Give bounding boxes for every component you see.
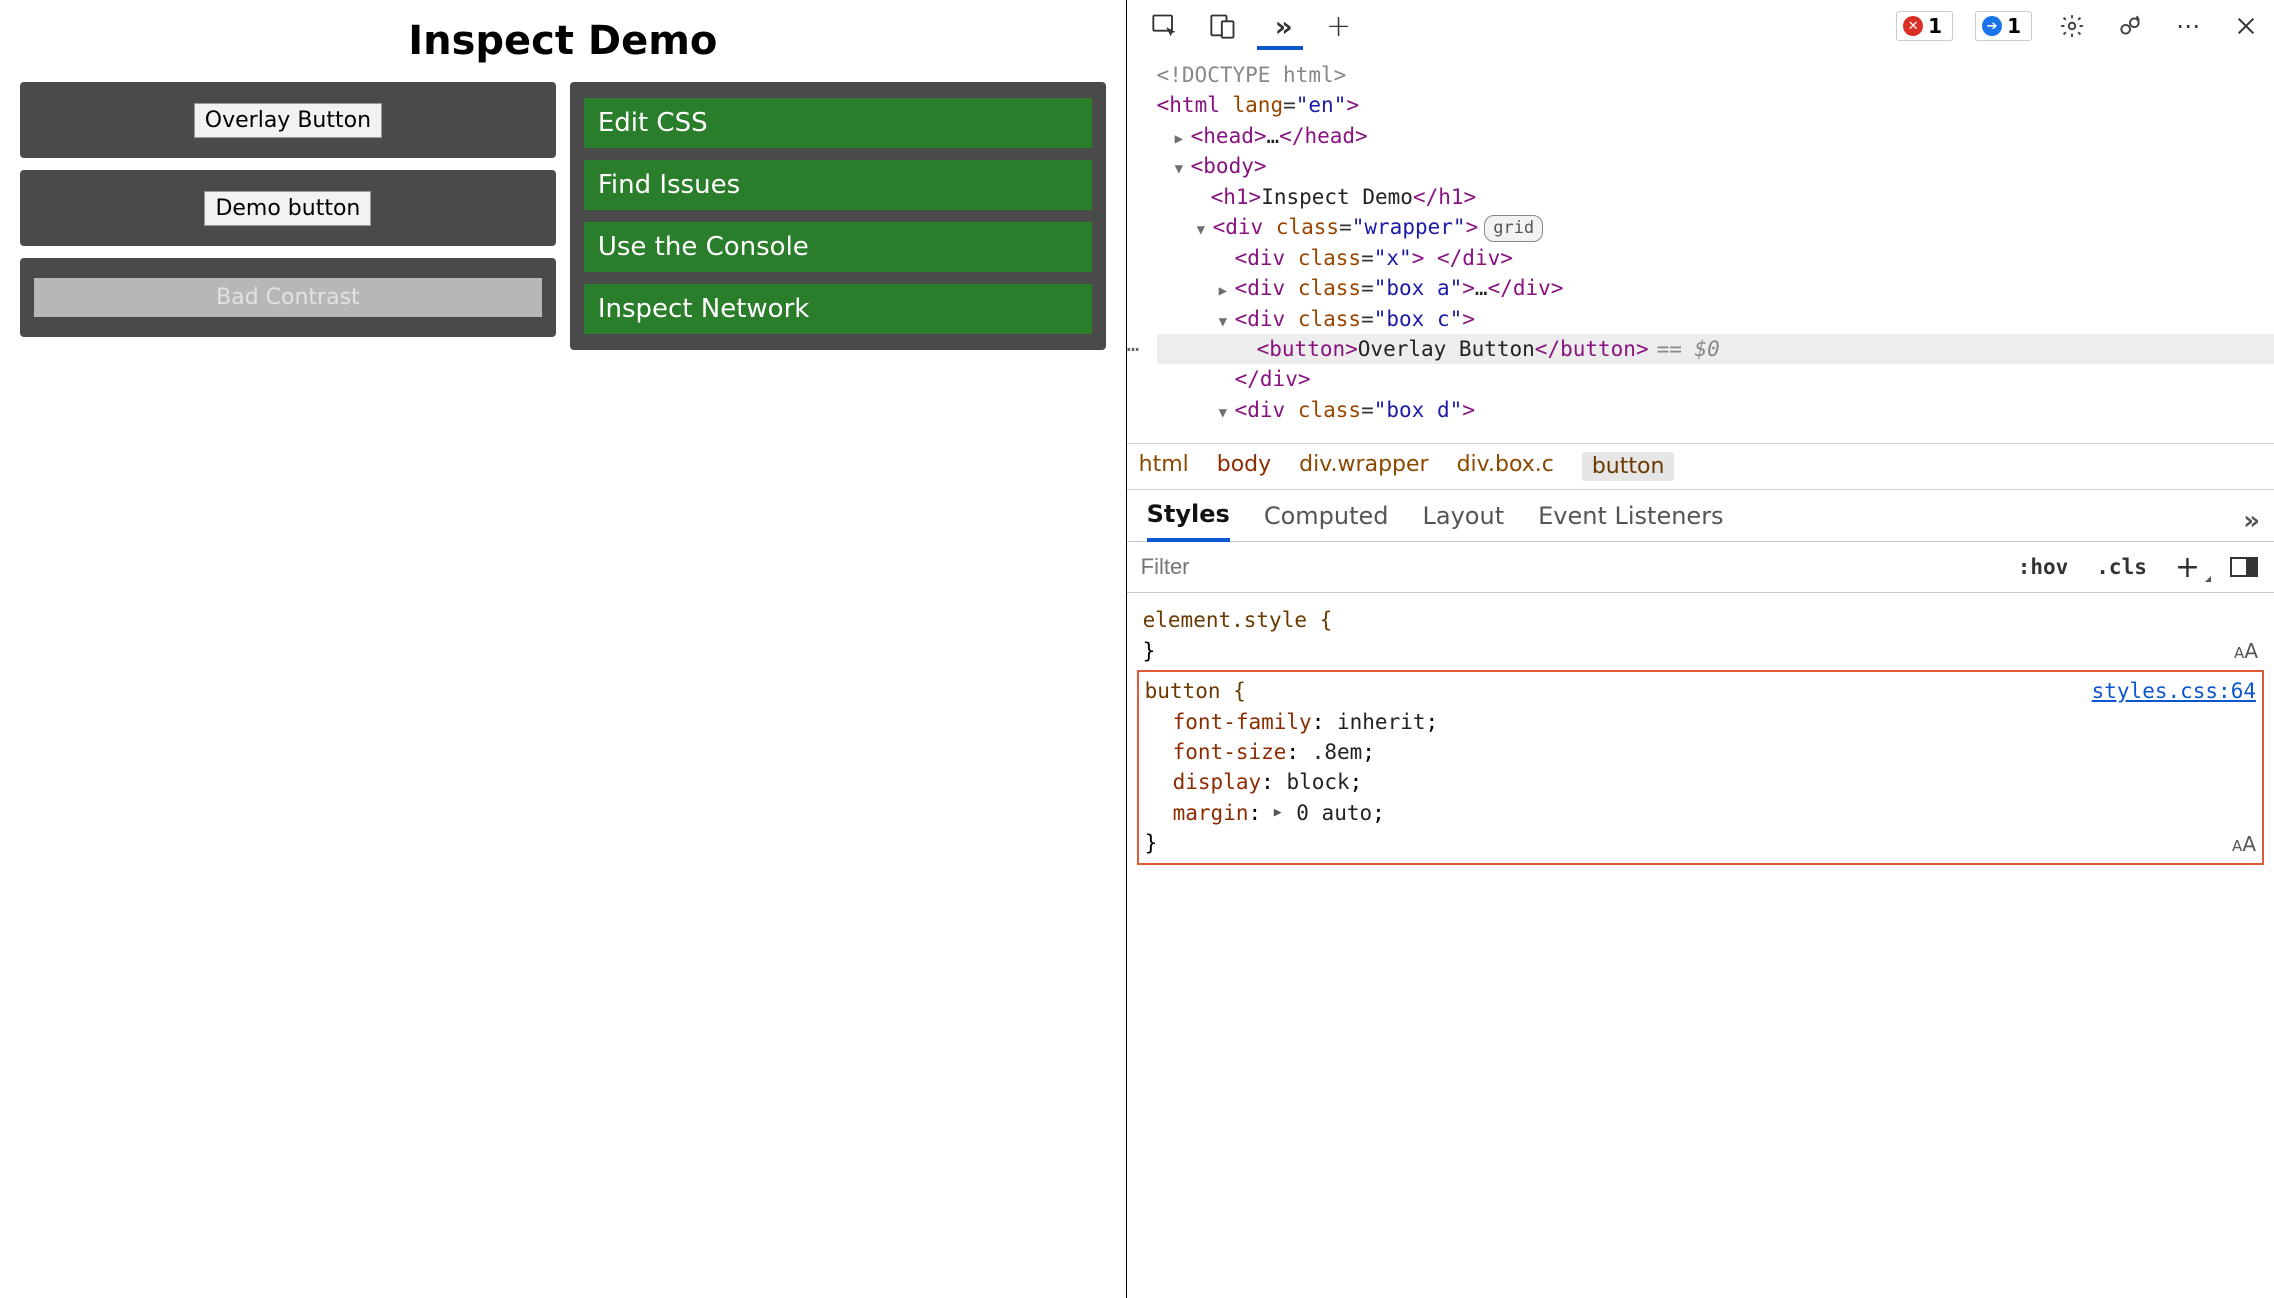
toggle-sidebar-icon[interactable] bbox=[2230, 557, 2258, 577]
grid-badge[interactable]: grid bbox=[1484, 215, 1543, 242]
element-style-rule[interactable]: element.style { } AA bbox=[1137, 601, 2264, 670]
new-style-rule-icon[interactable]: + bbox=[2161, 550, 2214, 585]
demo-page: Inspect Demo Overlay Button Demo button … bbox=[0, 0, 1126, 1298]
devtools-toolbar: » + ✕ 1 ➔ 1 ⋯ bbox=[1127, 0, 2274, 48]
tab-styles[interactable]: Styles bbox=[1147, 500, 1230, 542]
button-css-rule[interactable]: styles.css:64 button { font-family: inhe… bbox=[1137, 670, 2264, 865]
selected-dom-node[interactable]: ⋯ <button>Overlay Button</button>== $0 bbox=[1157, 334, 2274, 364]
more-menu-icon[interactable]: ⋯ bbox=[2170, 8, 2206, 44]
crumb-html[interactable]: html bbox=[1139, 452, 1189, 481]
expand-caret-icon[interactable] bbox=[1175, 129, 1189, 149]
crumb-body[interactable]: body bbox=[1217, 452, 1271, 481]
device-toggle-icon[interactable] bbox=[1205, 8, 1241, 44]
elements-tree[interactable]: <!DOCTYPE html> <html lang="en"> <head>…… bbox=[1127, 48, 2274, 443]
close-devtools-icon[interactable] bbox=[2228, 8, 2264, 44]
collapse-caret-icon[interactable] bbox=[1219, 312, 1233, 332]
font-size-icon[interactable]: AA bbox=[2234, 637, 2258, 666]
crumb-wrapper[interactable]: div.wrapper bbox=[1299, 452, 1428, 481]
bad-contrast-button[interactable]: Bad Contrast bbox=[34, 278, 542, 317]
breadcrumb: html body div.wrapper div.box.c button bbox=[1127, 443, 2274, 490]
source-link[interactable]: styles.css:64 bbox=[2092, 676, 2256, 706]
link-use-console[interactable]: Use the Console bbox=[584, 222, 1092, 272]
expand-caret-icon[interactable] bbox=[1219, 281, 1233, 301]
crumb-button[interactable]: button bbox=[1582, 452, 1675, 481]
activity-icon[interactable] bbox=[2112, 8, 2148, 44]
more-tabs-icon[interactable]: » bbox=[1263, 8, 1299, 44]
settings-icon[interactable] bbox=[2054, 8, 2090, 44]
tab-computed[interactable]: Computed bbox=[1264, 502, 1389, 540]
new-tab-icon[interactable]: + bbox=[1321, 8, 1357, 44]
collapse-caret-icon[interactable] bbox=[1175, 159, 1189, 179]
overlay-button[interactable]: Overlay Button bbox=[194, 103, 382, 138]
collapse-caret-icon[interactable] bbox=[1219, 403, 1233, 423]
box-overlay: Overlay Button bbox=[20, 82, 556, 158]
box-demo: Demo button bbox=[20, 170, 556, 246]
gutter-ellipsis-icon[interactable]: ⋯ bbox=[1127, 334, 1155, 364]
errors-badge[interactable]: ✕ 1 bbox=[1896, 11, 1953, 41]
right-column: Edit CSS Find Issues Use the Console Ins… bbox=[570, 82, 1106, 350]
info-count: 1 bbox=[2007, 14, 2021, 38]
demo-button[interactable]: Demo button bbox=[204, 191, 371, 226]
error-dot-icon: ✕ bbox=[1903, 16, 1923, 36]
styles-rules: element.style { } AA styles.css:64 butto… bbox=[1127, 593, 2274, 1298]
devtools-panel: » + ✕ 1 ➔ 1 ⋯ <!DOCTYPE html> <html lang… bbox=[1126, 0, 2274, 1298]
styles-filter-input[interactable] bbox=[1127, 542, 2004, 592]
crumb-box-c[interactable]: div.box.c bbox=[1457, 452, 1554, 481]
info-dot-icon: ➔ bbox=[1982, 16, 2002, 36]
link-find-issues[interactable]: Find Issues bbox=[584, 160, 1092, 210]
info-badge[interactable]: ➔ 1 bbox=[1975, 11, 2032, 41]
doctype-line: <!DOCTYPE html> bbox=[1157, 63, 1347, 87]
styles-filter-row: :hov .cls + bbox=[1127, 542, 2274, 593]
tab-event-listeners[interactable]: Event Listeners bbox=[1538, 502, 1723, 540]
collapse-caret-icon[interactable] bbox=[1197, 220, 1211, 240]
box-bad-contrast: Bad Contrast bbox=[20, 258, 556, 337]
page-title: Inspect Demo bbox=[20, 18, 1106, 64]
hover-toggle[interactable]: :hov bbox=[2004, 545, 2083, 589]
inspect-element-icon[interactable] bbox=[1147, 8, 1183, 44]
link-inspect-network[interactable]: Inspect Network bbox=[584, 284, 1092, 334]
styles-panel-tabs: Styles Computed Layout Event Listeners » bbox=[1127, 490, 2274, 542]
font-size-icon[interactable]: AA bbox=[2232, 830, 2256, 859]
grid-wrapper: Overlay Button Demo button Bad Contrast … bbox=[20, 82, 1106, 350]
tabs-overflow-icon[interactable]: » bbox=[2243, 506, 2254, 536]
errors-count: 1 bbox=[1928, 14, 1942, 38]
expand-shorthand-icon[interactable]: ▶ bbox=[1274, 804, 1282, 823]
link-edit-css[interactable]: Edit CSS bbox=[584, 98, 1092, 148]
tab-layout[interactable]: Layout bbox=[1423, 502, 1505, 540]
class-toggle[interactable]: .cls bbox=[2082, 545, 2161, 589]
left-column: Overlay Button Demo button Bad Contrast bbox=[20, 82, 556, 350]
